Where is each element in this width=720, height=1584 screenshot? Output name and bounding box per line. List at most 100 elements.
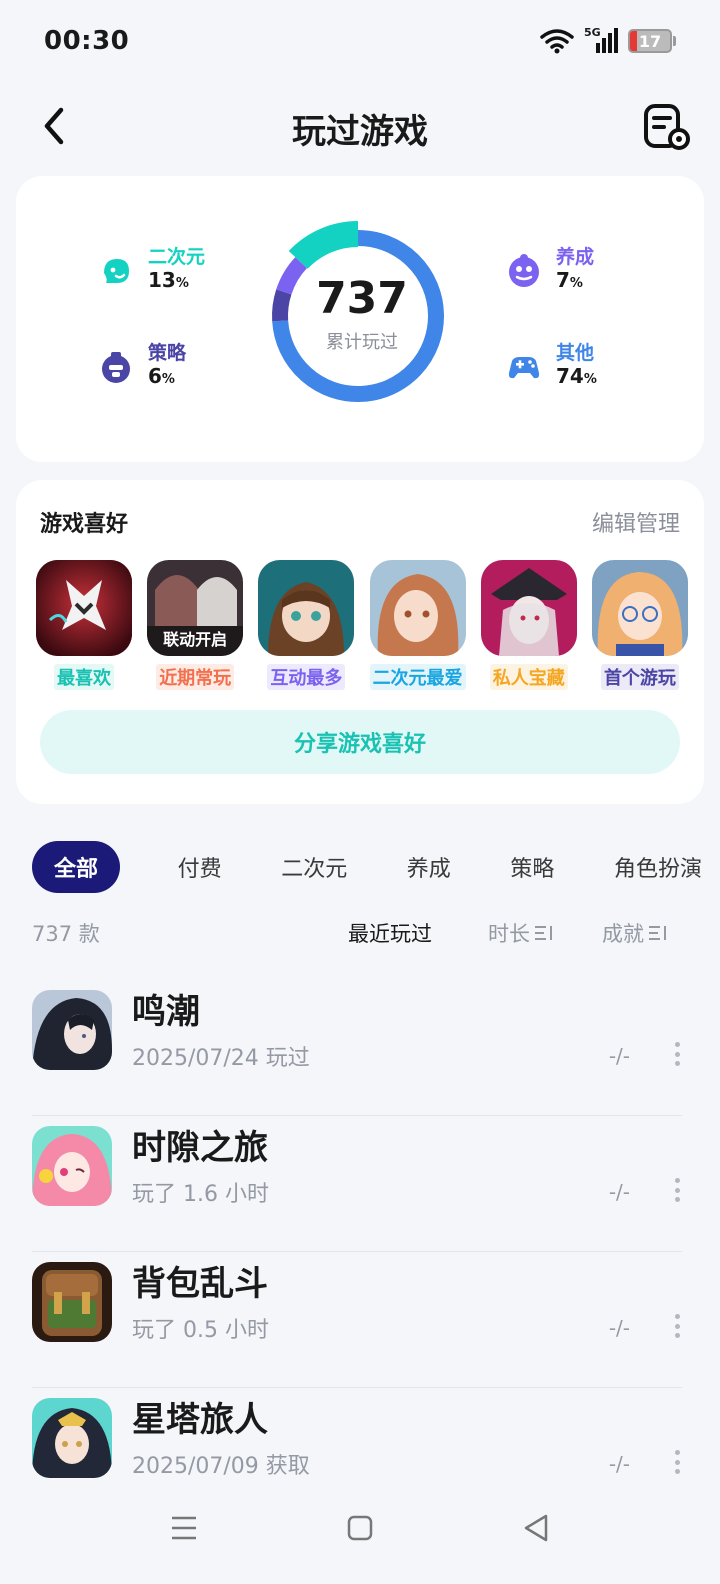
- share-preferences-button[interactable]: 分享游戏喜好: [40, 710, 680, 774]
- edit-manage-link[interactable]: 编辑管理: [592, 506, 680, 538]
- tab-paid[interactable]: 付费: [176, 851, 224, 883]
- battery-tip: [673, 36, 676, 46]
- home-square-icon: [347, 1515, 373, 1541]
- sort-row: 737 款 最近玩过 时长 成就: [32, 912, 680, 952]
- stat-value: 6%: [148, 364, 175, 388]
- stat-anime[interactable]: 二次元 13%: [98, 246, 205, 296]
- game-subtitle: 2025/07/09 获取: [132, 1454, 310, 1479]
- fav-game-item[interactable]: 二次元最爱: [368, 560, 468, 690]
- fav-game-item[interactable]: 互动最多: [256, 560, 356, 690]
- achievement-score: -/-: [608, 1044, 630, 1068]
- game-icon: [32, 1126, 112, 1206]
- stat-other[interactable]: 其他 74%: [506, 342, 597, 392]
- tab-nurture[interactable]: 养成: [405, 851, 453, 883]
- category-donut-chart[interactable]: 737 累计玩过: [270, 216, 454, 410]
- game-art-image: [480, 560, 577, 656]
- header: 玩过游戏: [0, 90, 720, 164]
- strategy-icon: [102, 352, 130, 383]
- status-bar: 00:30 5G 17: [0, 0, 720, 84]
- game-icon: [32, 1398, 112, 1478]
- game-thumbnail: [258, 560, 355, 656]
- stat-strategy[interactable]: 策略 6%: [98, 342, 186, 392]
- game-subtitle: 2025/07/24 玩过: [132, 1046, 310, 1071]
- sort-duration[interactable]: 时长: [488, 918, 554, 948]
- menu-icon: [172, 1516, 196, 1540]
- stat-label: 其他: [556, 342, 595, 364]
- list-item[interactable]: 背包乱斗 玩了 0.5 小时 -/-: [32, 1252, 682, 1388]
- more-options-icon[interactable]: [672, 1178, 682, 1202]
- stat-value: 7%: [556, 268, 583, 292]
- game-thumbnail: [36, 560, 132, 656]
- total-count: 737: [316, 273, 408, 324]
- category-tabs: 全部 付费 二次元 养成 策略 角色扮演: [32, 840, 704, 894]
- achievement-score: -/-: [608, 1316, 630, 1340]
- nurture-icon: [509, 254, 539, 287]
- list-item[interactable]: 鸣潮 2025/07/24 玩过 -/-: [32, 980, 682, 1116]
- fav-game-item[interactable]: 最喜欢: [34, 560, 134, 690]
- stat-value: 13%: [148, 268, 189, 292]
- stat-label: 策略: [148, 342, 187, 364]
- stat-nurture[interactable]: 养成 7%: [506, 246, 594, 296]
- status-time: 00:30: [44, 26, 130, 56]
- fav-game-item[interactable]: 首个游玩: [590, 560, 690, 690]
- more-options-icon[interactable]: [672, 1450, 682, 1474]
- signal-indicator: 5G: [584, 26, 618, 54]
- achievement-score: -/-: [608, 1452, 630, 1476]
- favorites-title: 游戏喜好: [40, 512, 129, 537]
- game-thumbnail: [480, 560, 577, 656]
- menu-button[interactable]: [164, 1508, 204, 1548]
- game-name: 星塔旅人: [132, 1400, 268, 1440]
- more-options-icon[interactable]: [672, 1042, 682, 1066]
- tab-strategy[interactable]: 策略: [508, 851, 556, 883]
- list-item[interactable]: 时隙之旅 玩了 1.6 小时 -/-: [32, 1116, 682, 1252]
- tab-rpg[interactable]: 角色扮演: [612, 851, 704, 883]
- game-thumbnail: [369, 560, 466, 656]
- more-options-icon[interactable]: [672, 1314, 682, 1338]
- list-settings-button[interactable]: [642, 102, 692, 152]
- game-name: 鸣潮: [132, 992, 200, 1032]
- game-art-image: [36, 560, 132, 656]
- game-art-image: [258, 560, 355, 656]
- gamepad-icon: [508, 357, 540, 379]
- game-icon: [32, 990, 112, 1070]
- battery-icon: 17: [628, 29, 672, 53]
- back-nav-button[interactable]: [516, 1508, 556, 1548]
- stat-value: 74%: [556, 364, 597, 388]
- total-caption: 累计玩过: [326, 332, 398, 353]
- fav-label: 近期常玩: [156, 664, 235, 690]
- home-button[interactable]: [340, 1508, 380, 1548]
- sort-order-icon: [649, 926, 666, 940]
- stat-label: 二次元: [148, 246, 206, 268]
- stat-label: 养成: [556, 246, 595, 268]
- favorites-card: 游戏喜好 编辑管理 最喜欢 联动开启 近期常玩 互动最多 二次元最爱 私人宝藏 …: [16, 480, 704, 804]
- game-thumbnail: [591, 560, 688, 656]
- sort-achievement[interactable]: 成就: [602, 918, 668, 948]
- fav-label: 私人宝藏: [489, 664, 568, 690]
- fav-label: 最喜欢: [54, 664, 114, 690]
- game-subtitle: 玩了 1.6 小时: [132, 1182, 269, 1207]
- tab-anime[interactable]: 二次元: [279, 851, 349, 883]
- sort-order-icon: [535, 926, 552, 940]
- tab-all[interactable]: 全部: [32, 841, 121, 893]
- signal-icon: [596, 28, 618, 53]
- game-subtitle: 玩了 0.5 小时: [132, 1318, 269, 1343]
- game-art-image: [591, 560, 688, 656]
- fav-label: 首个游玩: [600, 664, 679, 690]
- wifi-icon: [540, 29, 574, 54]
- game-count: 737 款: [32, 922, 100, 946]
- battery-percent: 17: [638, 31, 662, 51]
- fav-label: 二次元最爱: [369, 664, 466, 690]
- sort-recent[interactable]: 最近玩过: [348, 918, 432, 948]
- sort-label: 时长: [488, 922, 530, 946]
- fav-game-item[interactable]: 私人宝藏: [479, 560, 579, 690]
- fav-game-item[interactable]: 联动开启 近期常玩: [145, 560, 245, 690]
- game-name: 时隙之旅: [132, 1128, 268, 1168]
- anime-face-icon: [104, 259, 129, 283]
- game-list: 鸣潮 2025/07/24 玩过 -/- 时隙之旅 玩了 1.6 小时 -/-: [32, 980, 682, 1524]
- page-title: 玩过游戏: [292, 112, 428, 152]
- game-thumbnail: 联动开启: [147, 560, 244, 656]
- fav-label: 互动最多: [267, 664, 346, 690]
- achievement-score: -/-: [608, 1180, 630, 1204]
- list-settings-icon: [644, 104, 690, 150]
- game-icon: [32, 1262, 112, 1342]
